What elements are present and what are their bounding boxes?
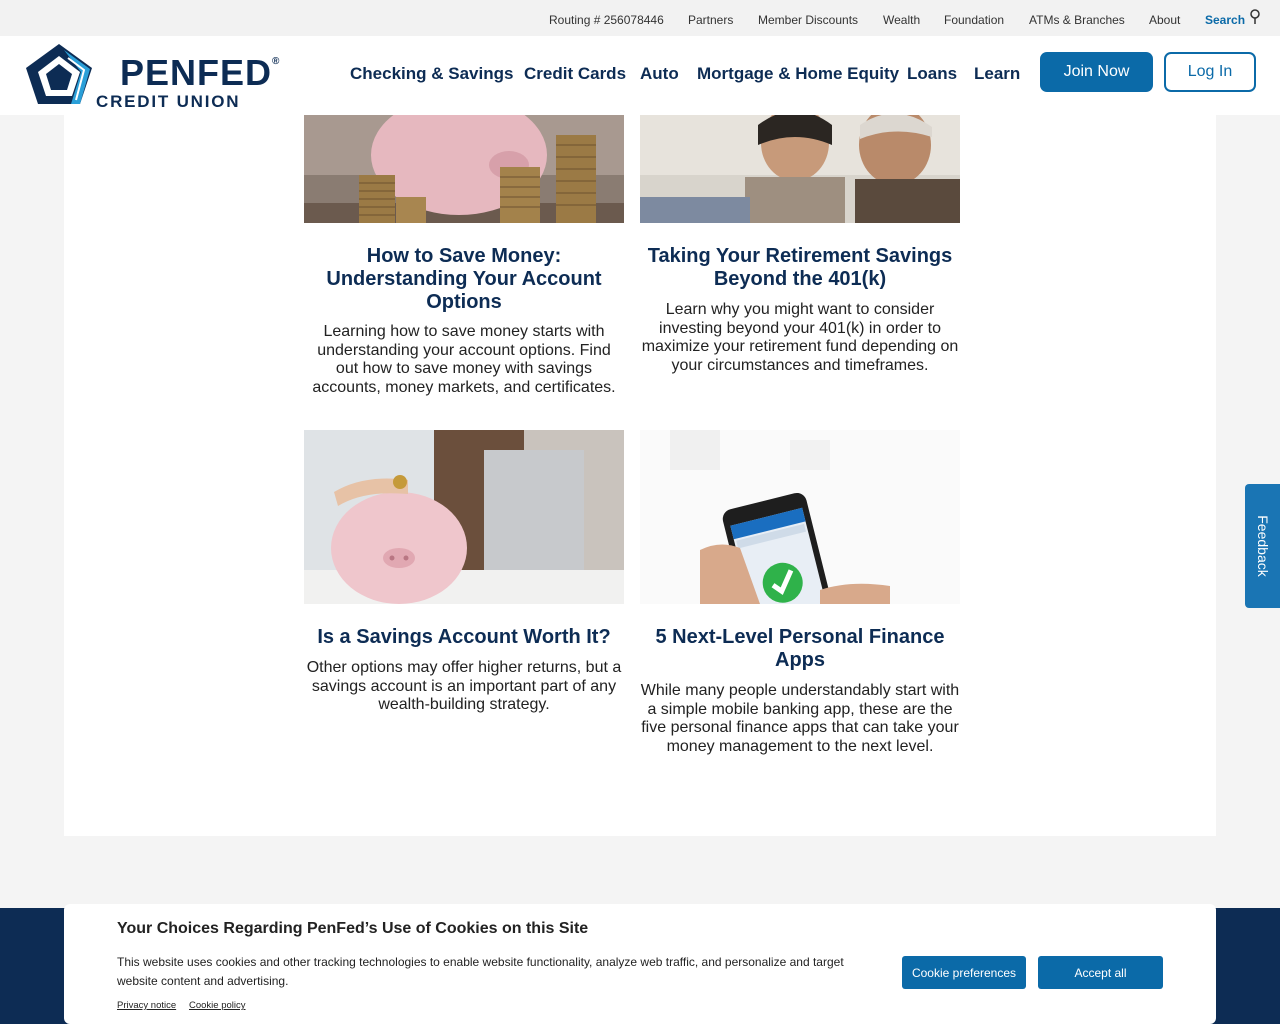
- member-discounts-link[interactable]: Member Discounts: [758, 13, 858, 27]
- nav-learn[interactable]: Learn: [974, 64, 1020, 84]
- card-image-retirement-couple[interactable]: [640, 115, 960, 223]
- nav-checking-savings[interactable]: Checking & Savings: [350, 64, 513, 84]
- logo-subtitle: CREDIT UNION: [96, 92, 241, 111]
- nav-auto[interactable]: Auto: [640, 64, 679, 84]
- card-description: Learning how to save money starts with u…: [312, 323, 616, 396]
- card-title[interactable]: Taking Your Retirement Savings Beyond th…: [640, 245, 960, 291]
- content-panel: How to Save Money: Understanding Your Ac…: [64, 115, 1216, 836]
- log-in-button[interactable]: Log In: [1164, 52, 1256, 92]
- main-header: PENFED® CREDIT UNION Checking & Savings …: [0, 36, 1280, 115]
- utility-bar: Routing # 256078446 Partners Member Disc…: [0, 0, 1280, 36]
- partners-link[interactable]: Partners: [688, 13, 733, 27]
- piggy-coins-image: [304, 115, 624, 223]
- privacy-notice-link[interactable]: Privacy notice: [117, 1000, 176, 1011]
- card-title[interactable]: 5 Next-Level Personal Finance Apps: [640, 626, 960, 672]
- finance-app-image: [640, 430, 960, 604]
- join-now-button[interactable]: Join Now: [1040, 52, 1153, 92]
- search-link[interactable]: Search: [1205, 13, 1245, 27]
- nav-loans[interactable]: Loans: [907, 64, 957, 84]
- card-image-piggy-hand[interactable]: [304, 430, 624, 604]
- routing-number: Routing # 256078446: [549, 13, 664, 27]
- cookie-text: This website uses cookies and other trac…: [117, 955, 844, 988]
- card-description: Learn why you might want to consider inv…: [641, 301, 959, 374]
- card-title[interactable]: Is a Savings Account Worth It?: [304, 626, 624, 649]
- logo-wordmark: PENFED®: [120, 52, 281, 93]
- feedback-label: Feedback: [1254, 515, 1271, 577]
- atms-branches-link[interactable]: ATMs & Branches: [1029, 13, 1125, 27]
- cookie-banner: Your Choices Regarding PenFed’s Use of C…: [64, 904, 1216, 1024]
- retirement-couple-image: [640, 115, 960, 223]
- about-link[interactable]: About: [1149, 13, 1180, 27]
- penfed-logo[interactable]: PENFED® CREDIT UNION: [24, 42, 279, 111]
- cookie-preferences-button[interactable]: Cookie preferences: [902, 956, 1026, 989]
- search-icon[interactable]: [1249, 9, 1261, 25]
- card-image-finance-app[interactable]: [640, 430, 960, 604]
- card-image-piggy-coins[interactable]: [304, 115, 624, 223]
- feedback-tab[interactable]: Feedback: [1245, 484, 1280, 608]
- cookie-title: Your Choices Regarding PenFed’s Use of C…: [117, 920, 589, 937]
- card-description: While many people understandably start w…: [640, 682, 960, 755]
- cookie-policy-link[interactable]: Cookie policy: [189, 1000, 246, 1011]
- nav-mortgage[interactable]: Mortgage & Home Equity: [697, 64, 899, 84]
- piggy-hand-image: [304, 430, 624, 604]
- accept-all-button[interactable]: Accept all: [1038, 956, 1163, 989]
- card-title[interactable]: How to Save Money: Understanding Your Ac…: [304, 245, 624, 314]
- logo-pentagon-icon: [26, 44, 92, 104]
- foundation-link[interactable]: Foundation: [944, 13, 1004, 27]
- wealth-link[interactable]: Wealth: [883, 13, 920, 27]
- card-description: Other options may offer higher returns, …: [306, 659, 622, 713]
- nav-credit-cards[interactable]: Credit Cards: [524, 64, 626, 84]
